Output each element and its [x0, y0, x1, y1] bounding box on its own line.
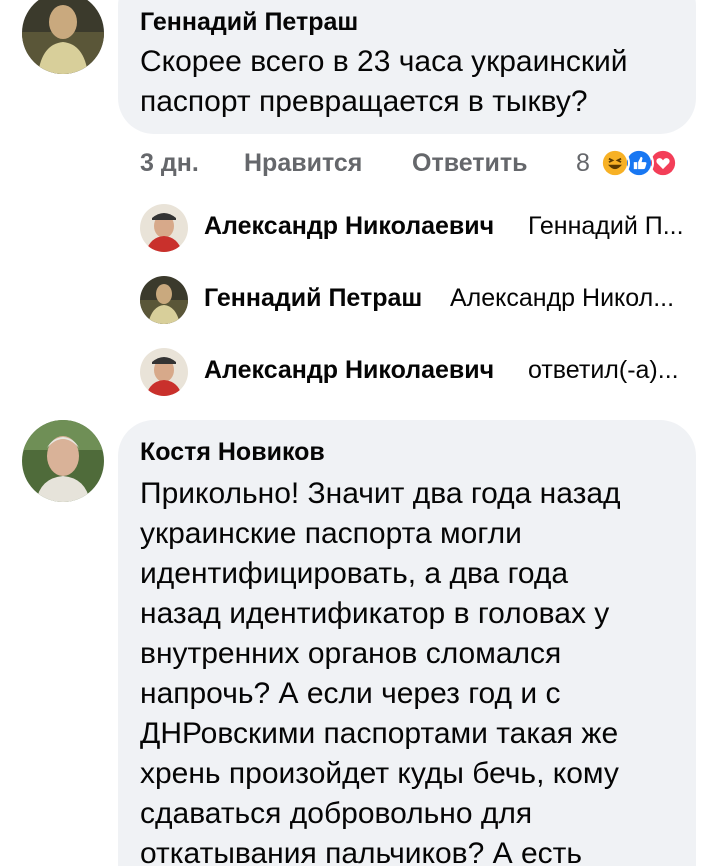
reply-snippet: Александр Никол...: [450, 284, 675, 312]
avatar-kostya[interactable]: [22, 420, 104, 502]
comment-text-line: внутренних органов сломался: [140, 637, 562, 670]
avatar-alexandr[interactable]: [140, 204, 188, 252]
haha-icon[interactable]: [600, 148, 630, 178]
comment-text-line: украинские паспорта могли: [140, 517, 522, 550]
reply-item[interactable]: Александр Николаевич ответил(-а)...: [140, 348, 700, 398]
reply-item[interactable]: Геннадий Петраш Александр Никол...: [140, 276, 700, 326]
reply-author[interactable]: Александр Николаевич: [204, 212, 494, 241]
comment-text-line: ДНРовскими паспортами такая же: [140, 717, 619, 750]
avatar-alexandr[interactable]: [140, 348, 188, 396]
avatar-gennadiy[interactable]: [140, 276, 188, 324]
comment-text-line: Прикольно! Значит два года назад: [140, 477, 621, 510]
comments-thread: Геннадий Петраш Скорее всего в 23 часа у…: [0, 0, 720, 866]
like-button[interactable]: Нравится: [244, 146, 362, 180]
reply-author[interactable]: Александр Николаевич: [204, 356, 494, 385]
reply-snippet: ответил(-а)...: [528, 356, 679, 384]
comment-text-line: назад идентификатор в головах у: [140, 597, 610, 630]
comment-actions: 3 дн. Нравится Ответить 8: [140, 146, 700, 180]
reply-button[interactable]: Ответить: [412, 146, 528, 180]
comment-text-line: хрень произойдет куды бечь, кому: [140, 757, 619, 790]
reply-snippet: Геннадий П...: [528, 212, 684, 240]
comment-author[interactable]: Костя Новиков: [140, 438, 325, 467]
comment-text-line: идентифицировать, а два года: [140, 557, 569, 590]
comment-text-line: Скорее всего в 23 часа украинский: [140, 45, 628, 78]
comment-author[interactable]: Геннадий Петраш: [140, 8, 358, 37]
reply-item[interactable]: Александр Николаевич Геннадий П...: [140, 204, 700, 254]
comment-text-line: напрочь? А если через год и с: [140, 677, 561, 710]
avatar-gennadiy[interactable]: [22, 0, 104, 74]
reply-author[interactable]: Геннадий Петраш: [204, 284, 422, 313]
reaction-count[interactable]: 8: [576, 146, 590, 180]
comment-time[interactable]: 3 дн.: [140, 146, 199, 180]
comment-text-line: паспорт превращается в тыкву?: [140, 85, 588, 118]
comment-text-line: сдаваться добровольно для: [140, 797, 533, 830]
comment-text-line: откатывания пальчиков? А есть: [140, 837, 583, 866]
